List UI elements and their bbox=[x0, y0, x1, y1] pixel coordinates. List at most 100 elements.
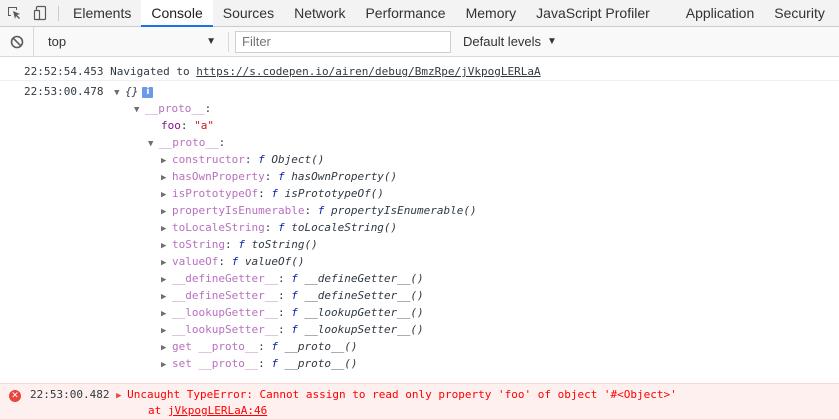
member-key: __lookupGetter__ bbox=[172, 306, 278, 319]
toolbar-divider bbox=[228, 31, 229, 52]
member-colon: : bbox=[224, 238, 239, 251]
tree-node-inner-proto[interactable]: ▼ __proto__: bbox=[148, 134, 225, 151]
member-value: Object() bbox=[271, 153, 325, 166]
error-message[interactable]: Uncaught TypeError: Cannot assign to rea… bbox=[127, 388, 677, 401]
collapsed-triangle-icon[interactable]: ▶ bbox=[161, 357, 172, 374]
inspect-element-icon[interactable] bbox=[0, 0, 27, 26]
member-colon: : bbox=[277, 306, 292, 319]
function-marker: f bbox=[291, 323, 298, 336]
console-output: 22:52:54.453 Navigated to https://s.code… bbox=[0, 57, 839, 420]
console-message-navigation: 22:52:54.453 Navigated to https://s.code… bbox=[0, 61, 839, 81]
tree-node-member[interactable]: ▶ set __proto__: f __proto__() bbox=[161, 355, 357, 372]
expanded-triangle-icon[interactable]: ▼ bbox=[134, 102, 145, 119]
member-value: __lookupGetter__() bbox=[304, 306, 424, 319]
chevron-down-icon: ▼ bbox=[547, 36, 557, 47]
member-colon: : bbox=[258, 187, 272, 200]
tab-console[interactable]: Console bbox=[141, 0, 213, 27]
member-key: get __proto__ bbox=[172, 340, 259, 353]
filter-input[interactable] bbox=[235, 30, 451, 53]
tree-node-proto[interactable]: ▼ __proto__: bbox=[134, 100, 211, 117]
member-value: valueOf() bbox=[244, 255, 305, 268]
tree-node-member[interactable]: ▶ __defineGetter__: f __defineGetter__() bbox=[161, 270, 424, 287]
member-key: hasOwnProperty bbox=[172, 170, 265, 183]
member-value: __defineSetter__() bbox=[304, 289, 424, 302]
stack-at-label: at bbox=[148, 404, 162, 417]
tree-node-member[interactable]: ▶ __lookupSetter__: f __lookupSetter__() bbox=[161, 321, 424, 338]
expanded-triangle-icon[interactable]: ▼ bbox=[148, 136, 159, 153]
tree-node-member[interactable]: ▶ constructor: f Object() bbox=[161, 151, 324, 168]
member-value: __defineGetter__() bbox=[304, 272, 424, 285]
tree-node-member[interactable]: ▶ toLocaleString: f toLocaleString() bbox=[161, 219, 397, 236]
tab-memory[interactable]: Memory bbox=[456, 0, 527, 26]
function-marker: f bbox=[317, 204, 325, 217]
tab-network[interactable]: Network bbox=[284, 0, 355, 26]
info-icon[interactable]: i bbox=[142, 86, 154, 98]
object-summary[interactable]: {} bbox=[125, 85, 138, 98]
member-key: isPrototypeOf bbox=[172, 187, 259, 200]
member-value: __proto__() bbox=[284, 357, 358, 370]
tree-node-foo: foo: "a" bbox=[161, 119, 214, 132]
collapsed-triangle-icon[interactable]: ▶ bbox=[116, 388, 127, 405]
member-colon: : bbox=[277, 323, 292, 336]
message-timestamp: 22:53:00.482 bbox=[30, 388, 110, 401]
tab-security[interactable]: Security bbox=[764, 0, 835, 26]
context-value: top bbox=[48, 34, 67, 49]
clear-console-button[interactable] bbox=[0, 27, 34, 56]
tree-node-member[interactable]: ▶ toString: f toString() bbox=[161, 236, 318, 253]
member-key: propertyIsEnumerable bbox=[172, 204, 305, 217]
clear-console-icon bbox=[10, 35, 23, 48]
member-colon: : bbox=[244, 153, 259, 166]
member-key: constructor bbox=[172, 153, 245, 166]
member-key: __lookupSetter__ bbox=[172, 323, 278, 336]
member-colon: : bbox=[304, 204, 318, 217]
member-colon: : bbox=[277, 272, 292, 285]
log-levels-dropdown[interactable]: Default levels ▼ bbox=[463, 34, 557, 49]
function-marker: f bbox=[258, 153, 265, 166]
tree-node-member[interactable]: ▶ isPrototypeOf: f isPrototypeOf() bbox=[161, 185, 384, 202]
function-marker: f bbox=[271, 187, 278, 200]
member-colon: : bbox=[264, 221, 278, 234]
tab-javascript-profiler[interactable]: JavaScript Profiler bbox=[526, 0, 660, 26]
log-levels-label: Default levels bbox=[463, 34, 542, 49]
member-value: toString() bbox=[251, 238, 318, 251]
tab-sources[interactable]: Sources bbox=[213, 0, 284, 26]
function-marker: f bbox=[271, 340, 278, 353]
device-toolbar-icon[interactable] bbox=[27, 0, 54, 26]
member-key: __defineSetter__ bbox=[172, 289, 278, 302]
function-marker: f bbox=[238, 238, 245, 251]
function-marker: f bbox=[291, 272, 298, 285]
devtools-tabbar: Elements Console Sources Network Perform… bbox=[0, 0, 839, 27]
tree-node-member[interactable]: ▶ propertyIsEnumerable: f propertyIsEnume… bbox=[161, 202, 477, 219]
tree-node-member[interactable]: ▶ get __proto__: f __proto__() bbox=[161, 338, 357, 355]
tree-node-member[interactable]: ▶ __lookupGetter__: f __lookupGetter__() bbox=[161, 304, 424, 321]
function-marker: f bbox=[231, 255, 239, 268]
tree-node-member[interactable]: ▶ __defineSetter__: f __defineSetter__() bbox=[161, 287, 424, 304]
tab-application[interactable]: Application bbox=[676, 0, 765, 26]
chevron-down-icon: ▼ bbox=[206, 36, 216, 47]
navigation-text: Navigated to bbox=[110, 65, 190, 78]
member-key: valueOf bbox=[172, 255, 219, 268]
tabbar-divider bbox=[58, 6, 59, 21]
navigation-url-link[interactable]: https://s.codepen.io/airen/debug/BmzRpe/… bbox=[196, 65, 540, 78]
member-key: toString bbox=[172, 238, 225, 251]
member-value: __proto__() bbox=[284, 340, 358, 353]
member-value: hasOwnProperty() bbox=[291, 170, 398, 183]
member-colon: : bbox=[258, 340, 272, 353]
member-value: toLocaleString() bbox=[291, 221, 398, 234]
tree-node-member[interactable]: ▶ hasOwnProperty: f hasOwnProperty() bbox=[161, 168, 397, 185]
message-timestamp: 22:52:54.453 bbox=[24, 65, 104, 78]
message-timestamp: 22:53:00.478 bbox=[24, 85, 104, 98]
tree-node-member[interactable]: ▶ valueOf: f valueOf() bbox=[161, 253, 304, 270]
member-value: propertyIsEnumerable() bbox=[330, 204, 477, 217]
member-key: set __proto__ bbox=[172, 357, 259, 370]
tab-performance[interactable]: Performance bbox=[355, 0, 455, 26]
error-icon: ✕ bbox=[9, 390, 21, 402]
tab-elements[interactable]: Elements bbox=[63, 0, 141, 26]
member-colon: : bbox=[277, 289, 292, 302]
expanded-triangle-icon[interactable]: ▼ bbox=[114, 85, 125, 102]
member-colon: : bbox=[258, 357, 272, 370]
function-marker: f bbox=[277, 170, 285, 183]
error-location-link[interactable]: jVkpogLERLaA:46 bbox=[168, 404, 267, 417]
member-value: __lookupSetter__() bbox=[304, 323, 424, 336]
context-selector[interactable]: top ▼ bbox=[48, 34, 216, 49]
